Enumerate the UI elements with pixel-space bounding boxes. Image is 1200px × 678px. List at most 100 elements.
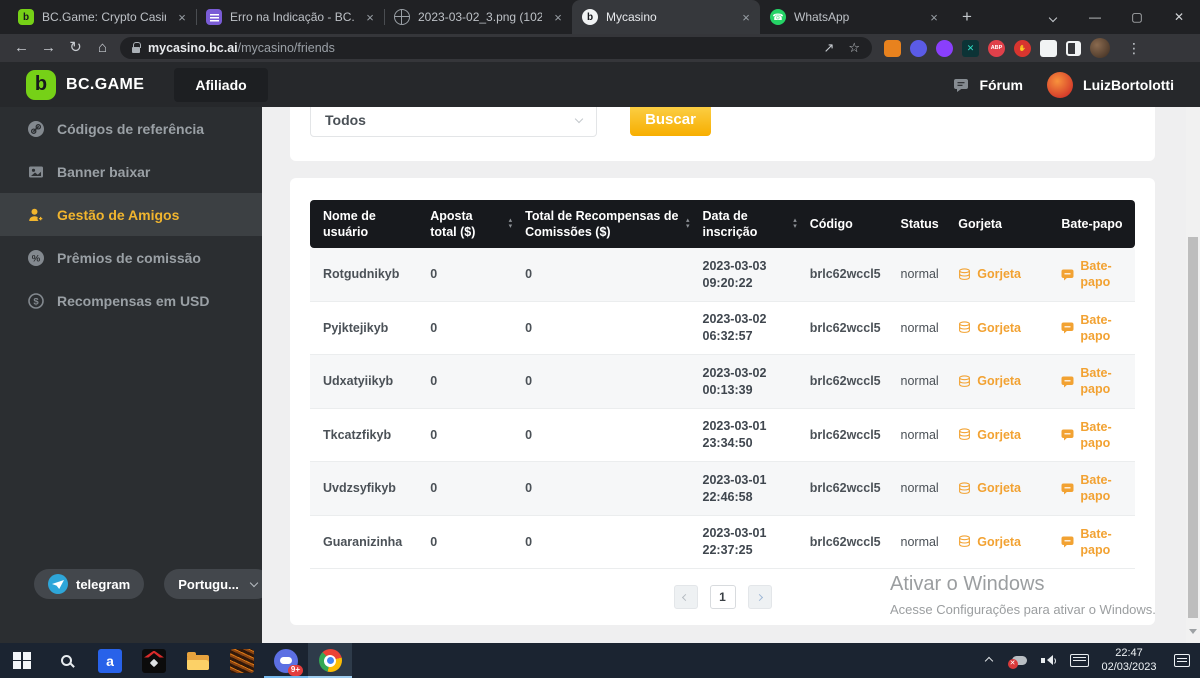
- tab-close-icon[interactable]: ×: [550, 10, 566, 25]
- tab-close-icon[interactable]: ×: [362, 10, 378, 25]
- page-scrollbar[interactable]: [1186, 107, 1200, 643]
- x-extension-icon[interactable]: ✕: [962, 40, 979, 57]
- back-button[interactable]: ←: [8, 35, 35, 61]
- cell-status: normal: [888, 248, 946, 301]
- tip-link[interactable]: Gorjeta: [945, 302, 1048, 355]
- search-button[interactable]: Buscar: [630, 107, 711, 136]
- sidebar-item-referral-codes[interactable]: Códigos de referência: [0, 107, 262, 150]
- chat-link[interactable]: Bate-papo: [1048, 409, 1135, 462]
- affiliate-nav-tab[interactable]: Afiliado: [174, 68, 267, 102]
- tab-search-chevron-icon[interactable]: [1032, 0, 1074, 34]
- reload-button[interactable]: ↻: [62, 35, 89, 61]
- chat-link[interactable]: Bate-papo: [1048, 248, 1135, 301]
- network-status-icon[interactable]: ✕: [1006, 643, 1032, 678]
- bookmark-star-icon[interactable]: ☆: [848, 40, 860, 56]
- pagination-next-button[interactable]: [748, 585, 772, 609]
- extensions-puzzle-icon[interactable]: [1040, 40, 1057, 57]
- globe-favicon-icon: [394, 9, 410, 25]
- tab-close-icon[interactable]: ×: [738, 10, 754, 25]
- tab-mycasino-active[interactable]: b Mycasino ×: [572, 0, 760, 34]
- forum-link[interactable]: Fórum: [979, 77, 1023, 93]
- tab-forum-erro[interactable]: Erro na Indicação - BC.Game ×: [196, 0, 384, 34]
- sidebar: Códigos de referência Banner baixar Gest…: [0, 107, 262, 643]
- ghost-extension-icon[interactable]: [910, 40, 927, 57]
- tip-link[interactable]: Gorjeta: [945, 248, 1048, 301]
- scrollbar-down-arrow-icon[interactable]: [1189, 629, 1197, 638]
- bcgame-logo-icon[interactable]: b: [26, 70, 56, 100]
- tab-close-icon[interactable]: ×: [926, 10, 942, 25]
- wood-texture-app-icon: [230, 649, 254, 673]
- purple-extension-icon[interactable]: [936, 40, 953, 57]
- minimize-button[interactable]: —: [1074, 0, 1116, 34]
- column-header-commission-rewards[interactable]: Total de Recompensas de Comissões ($)▴▾: [512, 200, 689, 248]
- taskbar-chrome-app[interactable]: [308, 643, 352, 678]
- taskbar-wood-app[interactable]: [220, 643, 264, 678]
- sidebar-item-friends-management[interactable]: Gestão de Amigos: [0, 193, 262, 236]
- folder-icon: [187, 655, 209, 670]
- pagination-prev-button[interactable]: [674, 585, 698, 609]
- column-header-username: Nome de usuário: [310, 200, 417, 248]
- extensions-area: ✕ ABP ✋ ⋮: [884, 38, 1141, 58]
- tip-link[interactable]: Gorjeta: [945, 355, 1048, 408]
- type-filter-select[interactable]: Todos: [310, 107, 597, 137]
- sidebar-item-usd-rewards[interactable]: $ Recompensas em USD: [0, 279, 262, 322]
- new-tab-button[interactable]: +: [962, 7, 972, 27]
- sidebar-toggle-icon[interactable]: [1066, 41, 1081, 56]
- telegram-button[interactable]: telegram: [34, 569, 144, 599]
- action-center-icon[interactable]: [1174, 654, 1190, 667]
- taskbar-clock[interactable]: 22:47 02/03/2023: [1096, 647, 1162, 674]
- scrollbar-thumb[interactable]: [1188, 237, 1198, 618]
- adblock-plus-icon[interactable]: ABP: [988, 40, 1005, 57]
- chat-link[interactable]: Bate-papo: [1048, 302, 1135, 355]
- chat-link[interactable]: Bate-papo: [1048, 516, 1135, 569]
- cell-signup-date: 2023-03-0123:34:50: [690, 409, 797, 462]
- taskbar-amd-app[interactable]: a: [88, 643, 132, 678]
- tab-close-icon[interactable]: ×: [174, 10, 190, 25]
- sidebar-item-commission-rewards[interactable]: % Prêmios de comissão: [0, 236, 262, 279]
- taskbar-discord-app[interactable]: 9+: [264, 643, 308, 678]
- tab-whatsapp[interactable]: ☎ WhatsApp ×: [760, 0, 948, 34]
- cell-rewards: 0: [512, 302, 689, 355]
- keyboard-icon[interactable]: [1066, 643, 1092, 678]
- language-selector[interactable]: Portugu...: [164, 569, 271, 599]
- cell-status: normal: [888, 355, 946, 408]
- browser-profile-avatar[interactable]: [1090, 38, 1110, 58]
- start-button[interactable]: [0, 643, 44, 678]
- column-header-tip: Gorjeta: [945, 200, 1048, 248]
- taskbar-search-button[interactable]: [44, 643, 88, 678]
- dollar-icon: $: [28, 293, 44, 309]
- cell-code: brlc62wccl5: [797, 409, 888, 462]
- user-avatar[interactable]: [1047, 72, 1073, 98]
- cell-status: normal: [888, 302, 946, 355]
- taskbar-file-explorer[interactable]: [176, 643, 220, 678]
- game-controller-icon: 9+: [274, 649, 298, 673]
- username-label[interactable]: LuizBortolotti: [1083, 77, 1174, 93]
- sidebar-item-banner-download[interactable]: Banner baixar: [0, 150, 262, 193]
- stop-hand-extension-icon[interactable]: ✋: [1014, 40, 1031, 57]
- browser-menu-kebab-icon[interactable]: ⋮: [1127, 40, 1141, 57]
- home-button[interactable]: ⌂: [89, 35, 116, 61]
- maximize-button[interactable]: ▢: [1116, 0, 1158, 34]
- close-window-button[interactable]: ✕: [1158, 0, 1200, 34]
- taskbar-game-app[interactable]: [132, 643, 176, 678]
- forward-button[interactable]: →: [35, 35, 62, 61]
- share-icon[interactable]: ↗: [823, 40, 834, 56]
- address-bar[interactable]: mycasino.bc.ai/mycasino/friends ↗ ☆: [120, 37, 872, 59]
- tip-link[interactable]: Gorjeta: [945, 462, 1048, 515]
- tab-bcgame[interactable]: b BC.Game: Crypto Casino Gam ×: [8, 0, 196, 34]
- cell-code: brlc62wccl5: [797, 248, 888, 301]
- chat-bubble-icon: [1061, 428, 1074, 441]
- cell-signup-date: 2023-03-0200:13:39: [690, 355, 797, 408]
- link-icon: [28, 121, 44, 137]
- pagination-page-button[interactable]: 1: [710, 585, 736, 609]
- tray-expand-button[interactable]: [976, 643, 1002, 678]
- column-header-bet-total[interactable]: Aposta total ($)▴▾: [417, 200, 512, 248]
- tip-link[interactable]: Gorjeta: [945, 409, 1048, 462]
- tab-image-png[interactable]: 2023-03-02_3.png (1024×76 ×: [384, 0, 572, 34]
- chat-link[interactable]: Bate-papo: [1048, 355, 1135, 408]
- tip-link[interactable]: Gorjeta: [945, 516, 1048, 569]
- volume-icon[interactable]: [1036, 643, 1062, 678]
- column-header-signup-date[interactable]: Data de inscrição▴▾: [690, 200, 797, 248]
- metamask-extension-icon[interactable]: [884, 40, 901, 57]
- chat-link[interactable]: Bate-papo: [1048, 462, 1135, 515]
